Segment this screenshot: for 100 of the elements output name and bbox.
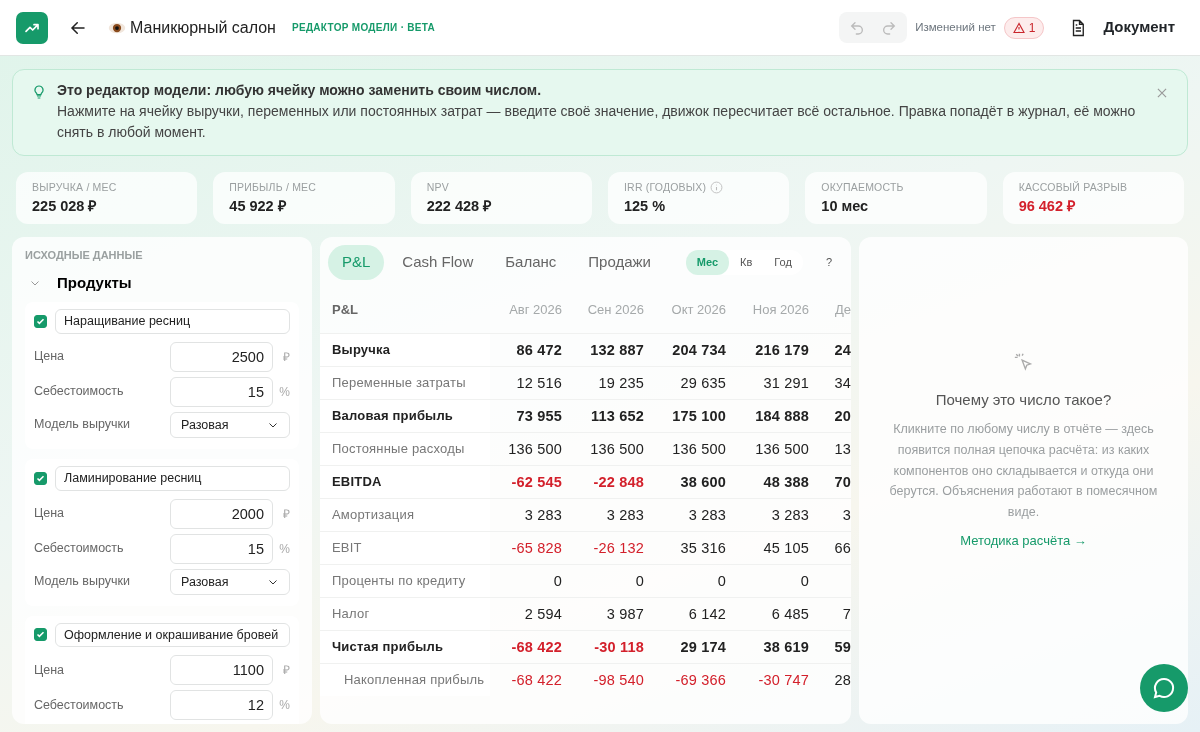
product-name-field[interactable]: Оформление и окрашивание бровей: [55, 622, 290, 648]
table-cell[interactable]: 136 500: [590, 441, 644, 458]
number-field[interactable]: 15: [170, 533, 273, 564]
explanation-text: Кликните по любому числу в отчёте — здесь появится полная цепочка расчёта: из каких компонентов оно складывается и откуда они берутся. Объяснения работают в помесячном виде.: [888, 421, 1159, 521]
table-cell[interactable]: 3 283: [606, 507, 644, 524]
table-cell[interactable]: -69 366: [675, 672, 726, 689]
number-field[interactable]: 1100: [170, 655, 273, 686]
table-cell[interactable]: 0: [553, 573, 562, 590]
table-cell[interactable]: 38 600: [680, 474, 726, 491]
table-cell[interactable]: 28: [834, 672, 851, 689]
check-icon: [36, 316, 45, 326]
table-cell[interactable]: 216 179: [755, 342, 809, 359]
column-header: Авг 2026: [490, 287, 570, 334]
table-cell[interactable]: 136 500: [672, 441, 726, 458]
select-value: Разовая: [181, 573, 229, 591]
table-cell[interactable]: 136 500: [508, 441, 562, 458]
unit-label: ₽: [282, 662, 290, 680]
table-cell[interactable]: -62 545: [511, 474, 562, 491]
number-field[interactable]: 2500: [170, 341, 273, 372]
select-field[interactable]: Разовая: [170, 568, 290, 595]
table-cell[interactable]: 204 734: [672, 342, 726, 359]
table-cell[interactable]: 48 388: [763, 474, 809, 491]
table-cell[interactable]: 66: [834, 540, 851, 557]
table-cell[interactable]: 38 619: [763, 639, 809, 656]
table-cell[interactable]: 136 500: [755, 441, 809, 458]
help-button[interactable]: ?: [814, 250, 843, 275]
table-cell[interactable]: -98 540: [593, 672, 644, 689]
checkbox[interactable]: [34, 471, 47, 485]
table-cell[interactable]: 6 142: [688, 606, 726, 623]
table-cell[interactable]: 3 987: [606, 606, 644, 623]
table-cell[interactable]: 12 516: [516, 375, 562, 392]
period-tab[interactable]: Год: [763, 250, 803, 275]
product-name-field[interactable]: Ламинирование ресниц: [55, 465, 290, 491]
table-cell[interactable]: 3: [842, 507, 851, 524]
table-cell[interactable]: 45 105: [763, 540, 809, 557]
table-cell[interactable]: 59: [834, 639, 851, 656]
field-label: Себестоимость: [34, 540, 125, 558]
table-cell[interactable]: -65 828: [511, 540, 562, 557]
field-label: Себестоимость: [34, 696, 125, 714]
report-tab[interactable]: Cash Flow: [388, 245, 488, 280]
table-cell[interactable]: 0: [717, 573, 726, 590]
checkbox[interactable]: [34, 628, 47, 642]
row-label: Постоянные расходы: [320, 432, 490, 466]
kpi-label: ВЫРУЧКА / МЕС: [32, 180, 117, 195]
table-cell[interactable]: 3 283: [688, 507, 726, 524]
table-cell[interactable]: 31 291: [763, 375, 809, 392]
column-header: Окт 2026: [652, 287, 734, 334]
select-field[interactable]: Разовая: [170, 411, 290, 438]
kpi-label: ОКУПАЕМОСТЬ: [821, 180, 904, 195]
table-cell[interactable]: 2 594: [524, 606, 562, 623]
row-label: EBITDA: [320, 465, 490, 499]
field-label: Цена: [34, 661, 66, 679]
unit-label: ₽: [282, 348, 290, 366]
table-cell[interactable]: 132 887: [590, 342, 644, 359]
table-cell[interactable]: 13: [834, 441, 851, 458]
warning-badge[interactable]: 1: [1003, 16, 1045, 39]
number-field[interactable]: 2000: [170, 498, 273, 529]
field-label: Модель выручки: [34, 573, 131, 591]
table-cell[interactable]: 184 888: [755, 408, 809, 425]
table-cell[interactable]: -68 422: [511, 639, 562, 656]
period-tab[interactable]: Кв: [729, 250, 764, 275]
table-cell[interactable]: -30 118: [594, 639, 644, 656]
table-cell[interactable]: 6 485: [771, 606, 809, 623]
table-cell[interactable]: 0: [800, 573, 809, 590]
table-cell[interactable]: 73 955: [516, 408, 562, 425]
table-cell[interactable]: 20: [834, 408, 851, 425]
checkbox[interactable]: [34, 314, 47, 328]
table-cell[interactable]: 29 635: [680, 375, 726, 392]
table-cell[interactable]: -26 132: [593, 540, 644, 557]
table-cell[interactable]: 24: [834, 342, 851, 359]
table-cell[interactable]: 3 283: [771, 507, 809, 524]
table-cell[interactable]: 175 100: [672, 408, 726, 425]
section-toggle[interactable]: Продукты: [29, 271, 132, 294]
table-cell[interactable]: 35 316: [680, 540, 726, 557]
table-cell[interactable]: 19 235: [598, 375, 644, 392]
column-header: Ноя 2026: [734, 287, 817, 334]
column-header: Сен 2026: [570, 287, 652, 334]
product-name-field[interactable]: Наращивание ресниц: [55, 309, 290, 334]
table-cell[interactable]: 70: [834, 474, 851, 491]
table-cell[interactable]: -30 747: [758, 672, 809, 689]
table-cell[interactable]: 7: [842, 606, 851, 623]
report-tab[interactable]: Продажи: [574, 245, 665, 280]
table-cell[interactable]: -22 848: [593, 474, 644, 491]
methodology-link[interactable]: Методика расчёта →: [960, 530, 1087, 551]
table-cell[interactable]: 86 472: [516, 342, 562, 359]
report-tab[interactable]: Баланс: [491, 245, 571, 280]
table-cell[interactable]: 29 174: [680, 639, 726, 656]
table-cell[interactable]: 3 283: [524, 507, 562, 524]
table-cell[interactable]: 113 652: [591, 408, 644, 425]
table-cell[interactable]: -68 422: [511, 672, 562, 689]
number-field[interactable]: 15: [170, 376, 273, 407]
row-label: Амортизация: [320, 498, 490, 532]
document-button[interactable]: Документ: [1068, 15, 1176, 40]
kpi-value: 125 %: [624, 196, 667, 216]
number-field[interactable]: 12: [170, 690, 273, 721]
unit-label: %: [278, 540, 290, 558]
change-status: Изменений нет: [915, 19, 996, 35]
table-cell[interactable]: 0: [635, 573, 644, 590]
warning-icon: [1012, 21, 1025, 34]
table-cell[interactable]: 34: [834, 375, 851, 392]
